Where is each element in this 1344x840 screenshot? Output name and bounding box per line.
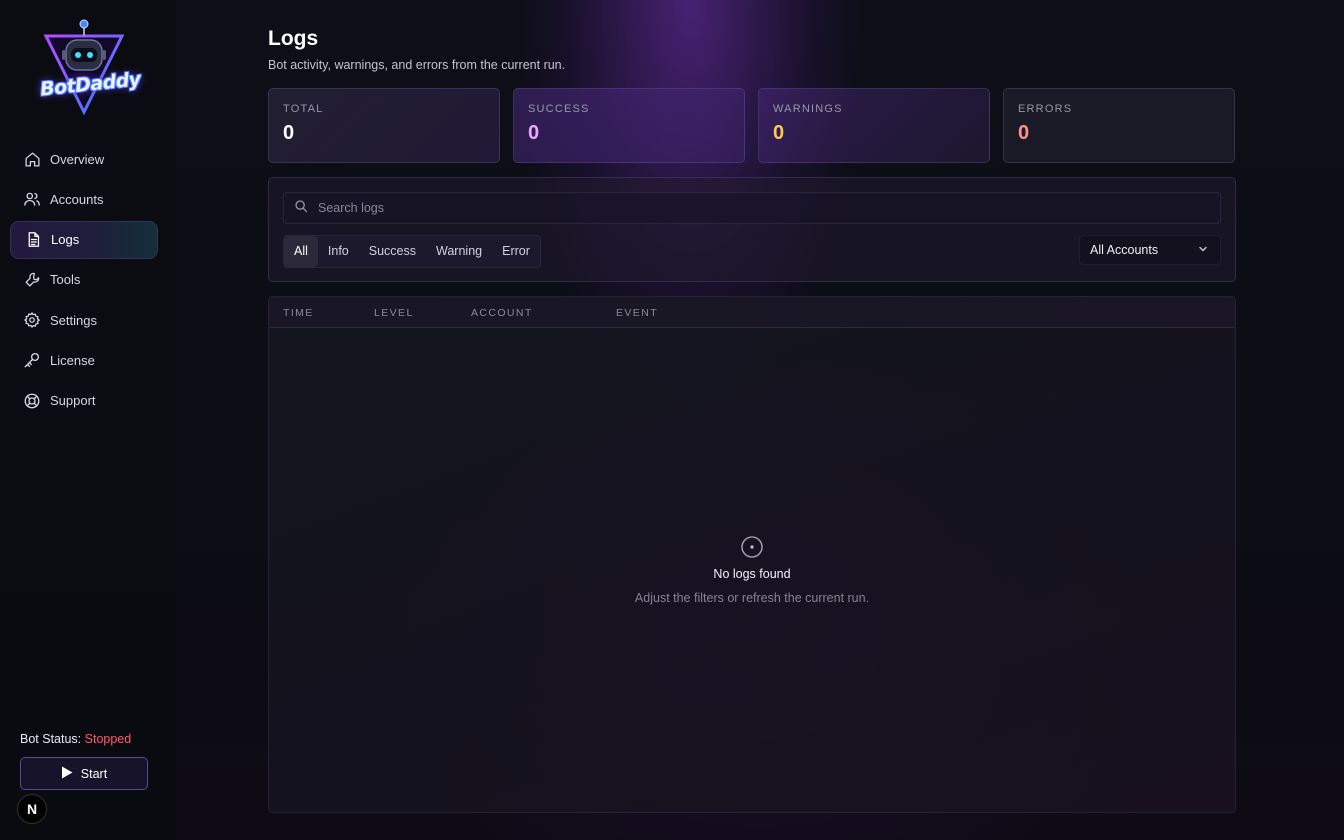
column-header-level: LEVEL	[374, 307, 414, 319]
play-icon	[61, 766, 73, 782]
sidebar-nav: Overview Accounts Logs Tools Settings Li…	[10, 140, 158, 422]
app-window: BotDaddy Overview Accounts Logs Tools Se…	[0, 0, 1344, 840]
users-icon	[23, 190, 41, 208]
tab-all[interactable]: All	[284, 236, 318, 267]
empty-state-subtitle: Adjust the filters or refresh the curren…	[634, 591, 870, 605]
stat-card-errors: ERRORS 0	[1003, 88, 1235, 163]
tab-error[interactable]: Error	[492, 236, 540, 267]
stat-card-warnings: WARNINGS 0	[758, 88, 990, 163]
stat-label: TOTAL	[283, 103, 324, 115]
account-select-value: All Accounts	[1090, 243, 1159, 257]
stat-value: 0	[773, 122, 785, 144]
stat-card-success: SUCCESS 0	[513, 88, 745, 163]
account-select[interactable]: All Accounts	[1079, 235, 1221, 265]
empty-state-title: No logs found	[713, 567, 791, 581]
sidebar-item-tools[interactable]: Tools	[10, 261, 158, 299]
column-header-time: TIME	[283, 307, 314, 319]
stat-value: 0	[283, 122, 295, 144]
search-icon	[294, 199, 308, 218]
table-header: TIME LEVEL ACCOUNT EVENT	[269, 297, 1235, 328]
sidebar-item-label: Support	[50, 393, 96, 409]
stat-value: 0	[528, 122, 540, 144]
chevron-down-icon	[1198, 243, 1208, 257]
start-button-label: Start	[80, 766, 108, 781]
tab-warning[interactable]: Warning	[426, 236, 492, 267]
gear-icon	[23, 311, 41, 329]
filter-panel: All Info Success Warning Error All Accou…	[268, 177, 1236, 282]
sidebar-item-label: Settings	[50, 312, 97, 328]
bot-status-value: Stopped	[84, 732, 132, 746]
document-icon	[24, 231, 42, 249]
sidebar-item-label: Tools	[50, 272, 81, 288]
tab-success[interactable]: Success	[359, 236, 426, 267]
logs-table: TIME LEVEL ACCOUNT EVENT No logs found A…	[268, 296, 1236, 813]
stat-label: SUCCESS	[528, 103, 590, 115]
key-icon	[23, 351, 41, 369]
stat-label: ERRORS	[1018, 103, 1073, 115]
stat-label: WARNINGS	[773, 103, 843, 115]
sidebar-item-logs[interactable]: Logs	[10, 220, 158, 259]
nextjs-badge[interactable]: N	[17, 794, 47, 824]
bot-status-label: Bot Status:	[20, 732, 82, 746]
sidebar-item-license[interactable]: License	[10, 341, 158, 379]
sidebar: BotDaddy Overview Accounts Logs Tools Se…	[0, 0, 176, 840]
stat-value: 0	[1018, 122, 1030, 144]
sidebar-item-support[interactable]: Support	[10, 382, 158, 420]
tab-info[interactable]: Info	[318, 236, 359, 267]
search-box	[283, 192, 1221, 224]
empty-state-icon	[741, 536, 763, 558]
sidebar-item-label: Overview	[50, 151, 105, 167]
sidebar-item-settings[interactable]: Settings	[10, 301, 158, 339]
home-icon	[23, 150, 41, 168]
column-header-account: ACCOUNT	[471, 307, 533, 319]
search-input[interactable]	[318, 201, 1220, 215]
page-title: Logs	[268, 27, 319, 50]
start-button[interactable]: Start	[20, 757, 148, 790]
lifebuoy-icon	[23, 392, 41, 410]
sidebar-item-overview[interactable]: Overview	[10, 140, 158, 178]
botdaddy-logo	[43, 19, 125, 116]
sidebar-item-label: License	[50, 352, 95, 368]
sidebar-item-accounts[interactable]: Accounts	[10, 180, 158, 218]
level-tabs: All Info Success Warning Error	[283, 235, 541, 268]
column-header-event: EVENT	[616, 307, 659, 319]
sidebar-item-label: Logs	[51, 232, 80, 248]
bot-status: Bot Status: Stopped	[20, 732, 131, 746]
sidebar-item-label: Accounts	[50, 191, 104, 207]
wrench-icon	[23, 271, 41, 289]
stat-card-total: TOTAL 0	[268, 88, 500, 163]
page-subtitle: Bot activity, warnings, and errors from …	[268, 58, 566, 72]
